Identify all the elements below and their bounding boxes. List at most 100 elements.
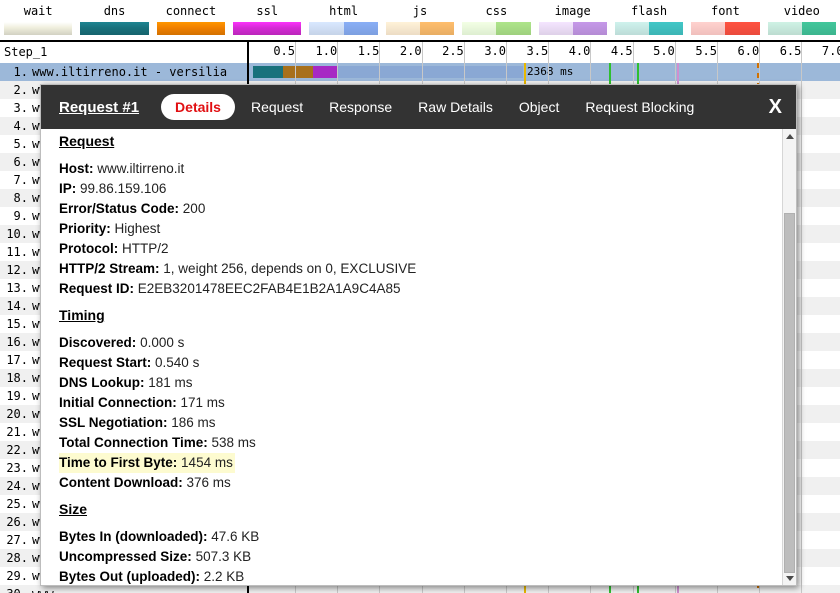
detail-value: 99.86.159.106 <box>80 181 167 196</box>
tab-raw-details[interactable]: Raw Details <box>408 95 503 119</box>
detail-entry: Content Download: 376 ms <box>59 473 782 493</box>
waterfall-bar-row[interactable] <box>249 585 840 593</box>
ruler-tick-label: 6.0 <box>737 44 760 58</box>
request-row-number: 10. <box>6 227 28 241</box>
detail-value: HTTP/2 <box>122 241 169 256</box>
detail-entry: Error/Status Code: 200 <box>59 199 782 219</box>
request-row-1[interactable]: 1. www.iltirreno.it - versilia <box>0 63 247 81</box>
detail-value: 0.000 s <box>140 335 185 350</box>
legend-item-dns: dns <box>76 0 152 40</box>
detail-entry: HTTP/2 Stream: 1, weight 256, depends on… <box>59 259 782 279</box>
ruler-tick-label: 0.5 <box>273 44 295 58</box>
request-row-number: 30. <box>0 585 32 593</box>
request-row-number: 28. <box>6 551 28 565</box>
detail-value: 376 ms <box>186 475 231 490</box>
step-label: Step_1 <box>4 45 48 59</box>
tab-object[interactable]: Object <box>509 95 569 119</box>
detail-row: IP: 99.86.159.106 <box>59 179 782 199</box>
detail-value: www.iltirreno.it <box>97 161 185 176</box>
scrollbar-thumb[interactable] <box>784 213 795 573</box>
detail-entry: Uncompressed Size: 507.3 KB <box>59 547 782 567</box>
scroll-down-arrow-icon[interactable] <box>783 571 796 585</box>
legend-label: connect <box>165 4 217 18</box>
ruler-tick-label: 1.0 <box>315 44 338 58</box>
tab-response[interactable]: Response <box>319 95 402 119</box>
detail-entry: Discovered: 0.000 s <box>59 333 782 353</box>
timeline-ruler-header: 0.5 1.0 1.5 2.0 2.5 3.0 3.5 4.0 4.5 5.0 5.5 6.0 6.5 7… <box>249 42 840 63</box>
ruler-tick-label: 2.0 <box>399 44 422 58</box>
timeline-ruler: 0.5 1.0 1.5 2.0 2.5 3.0 3.5 4.0 4.5 5.0 5.5 6.0 6.5 7… <box>249 42 840 63</box>
detail-value: 0.540 s <box>155 355 200 370</box>
legend-label: font <box>710 4 740 18</box>
ruler-tick-label: 1.5 <box>357 44 380 58</box>
detail-value: 47.6 KB <box>211 529 260 544</box>
legend-swatch-ssl <box>233 22 302 35</box>
detail-entry: DNS Lookup: 181 ms <box>59 373 782 393</box>
request-row-number: 14. <box>6 299 28 313</box>
bar-segment-dns <box>253 66 283 78</box>
tab-request[interactable]: Request <box>241 95 313 119</box>
request-row-label: www <box>32 587 54 593</box>
waterfall-bar-row-1[interactable]: 2368 ms <box>249 63 840 81</box>
request-row-number: 5. <box>13 137 28 151</box>
detail-value: Highest <box>114 221 161 236</box>
request-row[interactable]: 30.www <box>0 585 247 593</box>
section-title-request: Request <box>59 133 115 149</box>
close-icon[interactable]: X <box>769 97 782 117</box>
legend-swatch-dns <box>80 22 149 35</box>
detail-value: 200 <box>182 201 206 216</box>
legend-swatch-connect <box>156 22 226 35</box>
bar-duration-label: 2368 ms <box>527 65 574 78</box>
request-row-number: 17. <box>6 353 28 367</box>
detail-value: 2.2 KB <box>203 569 245 584</box>
detail-key: Priority: <box>59 221 111 236</box>
request-row-number: 18. <box>6 371 28 385</box>
detail-row: Initial Connection: 171 ms <box>59 393 782 413</box>
detail-row: Time to First Byte: 1454 ms <box>59 453 782 473</box>
detail-entry: Bytes Out (uploaded): 2.2 KB <box>59 567 782 585</box>
detail-row: Content Download: 376 ms <box>59 473 782 493</box>
detail-entry: Protocol: HTTP/2 <box>59 239 782 259</box>
scroll-up-arrow-icon[interactable] <box>783 129 796 143</box>
ruler-tick-label: 3.0 <box>484 44 506 58</box>
section-title-timing: Timing <box>59 307 105 323</box>
request-row-number: 8. <box>13 191 28 205</box>
ruler-tick-label: 2.5 <box>442 44 464 58</box>
detail-row: Request ID: E2EB3201478EEC2FAB4E1B2A1A9C… <box>59 279 782 299</box>
tab-details[interactable]: Details <box>161 94 235 120</box>
legend-label: video <box>783 4 820 18</box>
tab-request-blocking[interactable]: Request Blocking <box>575 95 704 119</box>
detail-key: SSL Negotiation: <box>59 415 168 430</box>
legend-label: ssl <box>256 4 279 18</box>
request-row-number: 15. <box>6 317 28 331</box>
detail-key: Bytes In (downloaded): <box>59 529 208 544</box>
detail-row: Request Start: 0.540 s <box>59 353 782 373</box>
request-row-number: 3. <box>13 101 28 115</box>
dialog-scrollbar[interactable] <box>782 129 796 585</box>
detail-entry: Request ID: E2EB3201478EEC2FAB4E1B2A1A9C… <box>59 279 782 299</box>
detail-row: DNS Lookup: 181 ms <box>59 373 782 393</box>
detail-entry: Bytes In (downloaded): 47.6 KB <box>59 527 782 547</box>
detail-value: 1, weight 256, depends on 0, EXCLUSIVE <box>163 261 417 276</box>
request-details-dialog[interactable]: Request #1 Details Request Response Raw Det… <box>40 84 797 586</box>
detail-entry: Host: www.iltirreno.it <box>59 159 782 179</box>
dialog-header: Request #1 Details Request Response Raw Det… <box>41 85 796 129</box>
detail-row: HTTP/2 Stream: 1, weight 256, depends on… <box>59 259 782 279</box>
detail-row: Total Connection Time: 538 ms <box>59 433 782 453</box>
detail-value: 1454 ms <box>181 455 233 470</box>
legend-item-ssl: ssl <box>229 0 305 40</box>
request-row-number: 4. <box>13 119 28 133</box>
detail-entry: Priority: Highest <box>59 219 782 239</box>
legend-item-css: css <box>458 0 534 40</box>
ruler-tick-label: 3.5 <box>526 44 549 58</box>
detail-key: Request Start: <box>59 355 152 370</box>
request-row-number: 24. <box>6 479 28 493</box>
detail-key: Bytes Out (uploaded): <box>59 569 200 584</box>
legend-label: flash <box>631 4 668 18</box>
detail-row: Uncompressed Size: 507.3 KB <box>59 547 782 567</box>
detail-key: Host: <box>59 161 94 176</box>
detail-key: Total Connection Time: <box>59 435 208 450</box>
detail-value: 538 ms <box>211 435 256 450</box>
ruler-tick-label: 4.0 <box>568 44 591 58</box>
detail-row: Priority: Highest <box>59 219 782 239</box>
